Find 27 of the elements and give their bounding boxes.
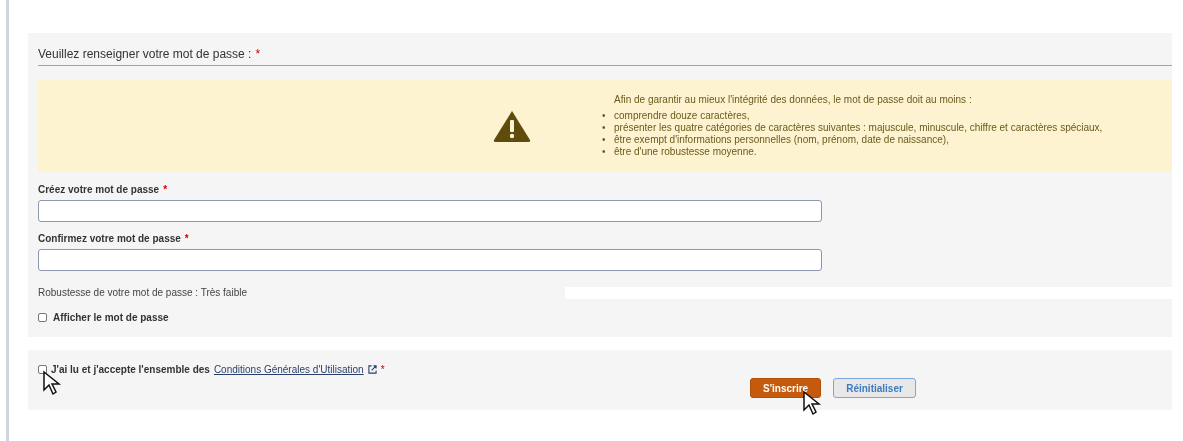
notice-intro: Afin de garantir au mieux l'intégrité des données, le mot de passe doit au moins : xyxy=(614,94,973,106)
required-mark: * xyxy=(255,46,261,63)
show-password-label[interactable]: Afficher le mot de passe xyxy=(53,310,169,325)
password-field[interactable] xyxy=(38,200,822,222)
terms-link[interactable]: Conditions Générales d'Utilisation xyxy=(213,362,364,377)
rule-item: présenter les quatre catégories de caractères suivantes : majuscule, minuscule, chiffre et caractères spéciaux, xyxy=(614,122,1103,134)
strength-label: Robustesse de votre mot de passe : Très faible xyxy=(38,286,248,300)
rule-item: être d'une robustesse moyenne. xyxy=(614,146,757,158)
section-heading: Veuillez renseigner votre mot de passe : xyxy=(38,46,252,63)
reset-button[interactable]: Réinitialiser xyxy=(833,378,916,398)
signup-button[interactable]: S'inscrire xyxy=(750,378,822,398)
password-field[interactable] xyxy=(38,249,822,271)
rule-item: être exempt d'informations personnelles (nom, prénom, date de naissance), xyxy=(614,134,949,146)
bullet: • xyxy=(602,122,607,134)
required-mark: * xyxy=(380,363,385,377)
rule-item: comprendre douze caractères, xyxy=(614,110,750,122)
field-label: Créez votre mot de passe xyxy=(38,183,160,197)
terms-text: J'ai lu et j'accepte l'ensemble des xyxy=(51,363,210,377)
bullet: • xyxy=(602,134,607,146)
checkbox[interactable] xyxy=(38,313,47,322)
required-mark: * xyxy=(163,183,168,197)
bullet: • xyxy=(602,146,607,158)
required-mark: * xyxy=(184,232,189,246)
external-link-icon xyxy=(367,365,377,374)
bullet: • xyxy=(602,110,607,122)
warning-icon xyxy=(492,109,532,143)
field-label: Confirmez votre mot de passe xyxy=(38,232,181,246)
